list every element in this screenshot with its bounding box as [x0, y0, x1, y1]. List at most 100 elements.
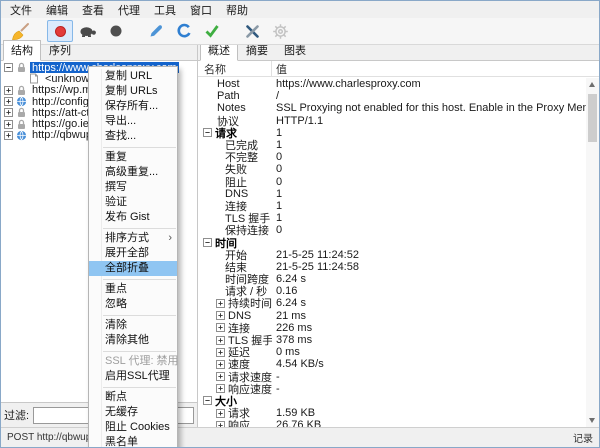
expander-plus-icon[interactable]: + — [216, 311, 225, 320]
overview-row-value: 4.54 KB/s — [272, 358, 324, 370]
scroll-thumb[interactable] — [588, 94, 597, 142]
context-menu-item[interactable]: 忽略 — [89, 297, 177, 312]
menubar-item[interactable]: 窗口 — [183, 1, 219, 19]
context-menu-item[interactable]: 无缓存 — [89, 405, 177, 420]
menubar-item[interactable]: 查看 — [75, 1, 111, 19]
expander-plus-icon[interactable]: + — [216, 299, 225, 308]
overview-row-value: 1 — [272, 200, 282, 212]
overview-row-name: 请求 — [228, 407, 250, 419]
left-panel-tab[interactable]: 序列 — [41, 40, 79, 61]
column-header-name[interactable]: 名称 — [198, 61, 272, 76]
menubar-item[interactable]: 编辑 — [39, 1, 75, 19]
right-panel-tab[interactable]: 图表 — [276, 45, 314, 61]
context-menu-item[interactable]: 复制 URL — [89, 69, 177, 84]
menubar-item[interactable]: 代理 — [111, 1, 147, 19]
context-menu-item[interactable]: 高级重复... — [89, 165, 177, 180]
overview-row: +速度 4.54 KB/s — [198, 358, 599, 370]
expander-plus-icon[interactable]: + — [216, 323, 225, 332]
tools-button[interactable] — [239, 20, 265, 42]
menubar-item[interactable]: 文件 — [3, 1, 39, 19]
overview-grid-header: 名称 值 — [198, 61, 599, 77]
scroll-up-icon[interactable] — [589, 82, 595, 87]
overview-row-name: 请求 / 秒 — [225, 285, 267, 297]
expander-plus-icon[interactable]: + — [4, 131, 13, 140]
settings-gear-button[interactable] — [267, 20, 293, 42]
context-menu-item[interactable]: 启用SSL代理 — [89, 369, 177, 384]
context-menu-item[interactable]: 查找... — [89, 129, 177, 144]
overview-row: +TLS 握手378 ms — [198, 334, 599, 346]
context-menu-item[interactable]: 排序方式› — [89, 231, 177, 246]
scroll-down-icon[interactable] — [589, 418, 595, 423]
left-panel-tab[interactable]: 结构 — [3, 40, 41, 61]
expander-plus-icon[interactable]: + — [216, 409, 225, 418]
overview-row-name: 速度 — [228, 358, 250, 370]
context-menu-item[interactable]: 重点 — [89, 282, 177, 297]
expander-plus-icon[interactable]: + — [216, 348, 225, 357]
menubar-item[interactable]: 工具 — [147, 1, 183, 19]
throttle-turtle-button[interactable] — [75, 20, 101, 42]
clear-session-broom-button[interactable] — [7, 20, 33, 42]
context-menu-item[interactable]: 保存所有... — [89, 99, 177, 114]
lock-icon — [16, 119, 30, 130]
expander-minus-icon[interactable]: − — [203, 128, 212, 137]
breakpoints-button[interactable] — [103, 20, 129, 42]
expander-plus-icon[interactable]: + — [216, 384, 225, 393]
context-menu-item[interactable]: 导出... — [89, 114, 177, 129]
context-menu-item[interactable]: 全部折叠 — [89, 261, 177, 276]
overview-row: 时间跨度6.24 s — [198, 273, 599, 285]
context-menu-item[interactable]: 撰写 — [89, 180, 177, 195]
overview-row-name: 开始 — [225, 249, 247, 261]
expander-plus-icon[interactable]: + — [216, 336, 225, 345]
throttle-turtle-icon — [78, 24, 98, 38]
expander-plus-icon[interactable]: + — [4, 120, 13, 129]
context-menu-item[interactable]: 清除其他 — [89, 333, 177, 348]
page-icon — [29, 73, 43, 84]
compose-pen-icon — [148, 23, 164, 39]
context-menu-item[interactable]: 阻止 Cookies — [89, 420, 177, 435]
toolbar — [1, 18, 599, 45]
expander-plus-icon[interactable]: + — [4, 97, 13, 106]
column-header-value[interactable]: 值 — [272, 61, 287, 77]
context-menu-item[interactable]: 清除 — [89, 318, 177, 333]
overview-row-value: 26.76 KB — [272, 419, 321, 427]
record-button[interactable] — [47, 20, 73, 42]
context-menu-item[interactable]: 验证 — [89, 195, 177, 210]
overview-row-value: 6.24 s — [272, 297, 306, 309]
expander-minus-icon[interactable]: − — [4, 63, 13, 72]
overview-row-name: 请求 — [215, 127, 237, 139]
overview-row-value: 226 ms — [272, 322, 312, 334]
compose-pen-button[interactable] — [143, 20, 169, 42]
context-menu-item[interactable]: 重复 — [89, 150, 177, 165]
vertical-scrollbar[interactable] — [586, 78, 599, 427]
right-panel-tab[interactable]: 概述 — [200, 45, 238, 61]
expander-minus-icon[interactable]: − — [203, 238, 212, 247]
overview-row-name: Host — [217, 78, 240, 90]
context-menu-item[interactable]: 断点 — [89, 390, 177, 405]
overview-row: +响应速度- — [198, 383, 599, 395]
record-icon — [55, 26, 66, 37]
repeat-button[interactable] — [171, 20, 197, 42]
validate-check-button[interactable] — [199, 20, 225, 42]
expander-minus-icon[interactable]: − — [203, 396, 212, 405]
lock-icon — [16, 107, 30, 118]
tools-icon — [244, 23, 261, 40]
context-menu-item[interactable]: 发布 Gist — [89, 210, 177, 225]
context-menu-item[interactable]: 复制 URLs — [89, 84, 177, 99]
menu-separator — [103, 315, 176, 316]
expander-plus-icon[interactable]: + — [216, 360, 225, 369]
breakpoints-icon — [108, 23, 124, 39]
overview-row-name: 不完整 — [225, 151, 258, 163]
menubar-item[interactable]: 帮助 — [219, 1, 255, 19]
expander-plus-icon[interactable]: + — [216, 372, 225, 381]
overview-row-name: 保持连接 — [225, 224, 269, 236]
context-menu-item[interactable]: 黑名单 — [89, 435, 177, 448]
overview-row-name: 响应 — [228, 419, 250, 427]
overview-row-value: - — [272, 383, 280, 395]
overview-row: +请求1.59 KB — [198, 407, 599, 419]
expander-plus-icon[interactable]: + — [4, 86, 13, 95]
right-panel-tab[interactable]: 摘要 — [238, 45, 276, 61]
context-menu-item[interactable]: 展开全部 — [89, 246, 177, 261]
expander-plus-icon[interactable]: + — [4, 108, 13, 117]
settings-gear-icon — [272, 23, 289, 40]
overview-row-name: TLS 握手 — [225, 212, 270, 224]
